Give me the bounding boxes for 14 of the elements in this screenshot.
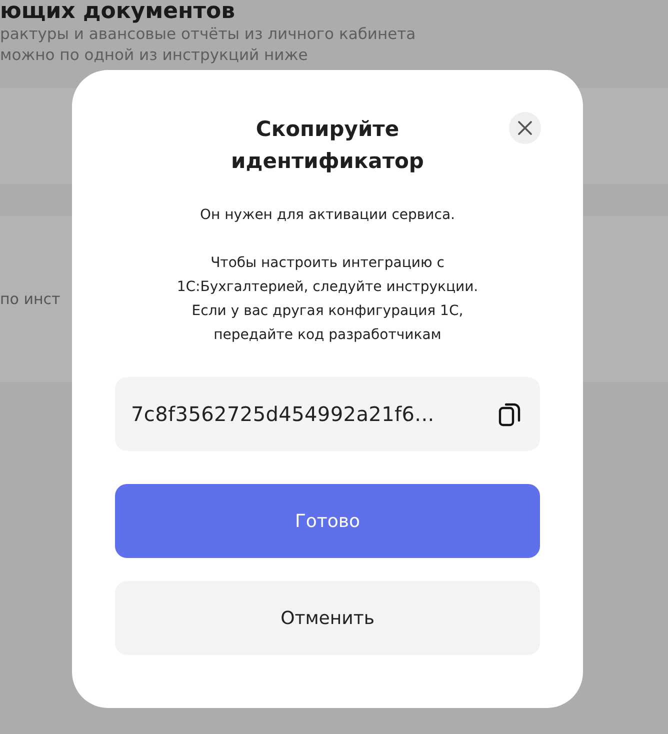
copy-button[interactable] <box>498 401 522 427</box>
page-description: рактуры и авансовые отчёты из личного кабинета <box>0 24 417 45</box>
card-text: по инст <box>0 290 60 308</box>
close-icon <box>517 120 533 136</box>
identifier-value: 7c8f3562725d454992a21f6... <box>131 402 434 426</box>
cancel-button[interactable]: Отменить <box>115 581 540 655</box>
close-button[interactable] <box>509 112 541 144</box>
modal-title: Скопируйте идентификатор <box>230 116 425 175</box>
done-button[interactable]: Готово <box>115 484 540 558</box>
modal-text: Он нужен для активации сервиса. <box>199 206 456 225</box>
modal-text: Чтобы настроить интеграцию с 1С:Бухгалтерией, следуйте инструкции. Если у вас другая конфигурация 1С, передайте код разработчикам <box>176 254 480 345</box>
copy-icon <box>498 401 522 427</box>
page-heading: ющих документов <box>0 0 236 24</box>
page-description: можно по одной из инструкций ниже <box>0 45 309 66</box>
